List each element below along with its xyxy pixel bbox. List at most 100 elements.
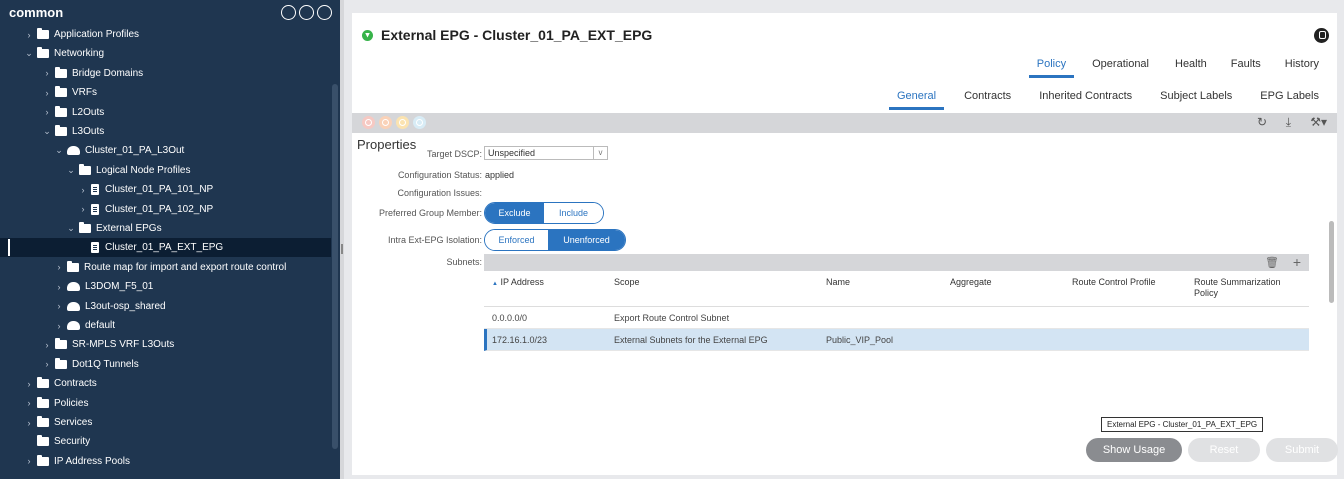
tree-item[interactable]: ⌄ L3Outs [0, 122, 331, 141]
target-dscp-select[interactable]: Unspecified v [484, 146, 608, 160]
pane-splitter[interactable] [340, 0, 344, 479]
tools-icon[interactable]: ⚒▾ [1310, 115, 1327, 129]
cell-ip: 0.0.0.0/0 [492, 313, 528, 323]
unenforced-option[interactable]: Unenforced [548, 230, 625, 250]
tree-item-label: IP Address Pools [54, 455, 130, 467]
tree-item[interactable]: › IP Address Pools [0, 452, 331, 471]
tree-item[interactable]: ⌄ Networking [0, 44, 331, 63]
show-usage-button[interactable]: Show Usage [1086, 438, 1182, 462]
tab-history[interactable]: History [1285, 58, 1319, 78]
tab-faults[interactable]: Faults [1231, 58, 1261, 78]
chevron-right-icon[interactable]: › [54, 282, 64, 292]
header-route-control-profile[interactable]: Route Control Profile [1072, 277, 1156, 288]
table-row[interactable]: 172.16.1.0/23 External Subnets for the E… [484, 329, 1309, 351]
main-scrollbar[interactable] [1329, 221, 1334, 303]
tree-item[interactable]: Cluster_01_PA_EXT_EPG [0, 238, 331, 258]
chevron-right-icon[interactable]: › [42, 88, 52, 98]
tree-item[interactable]: ⌄ External EPGs [0, 219, 331, 238]
minor-fault-icon[interactable] [396, 116, 409, 129]
header-aggregate[interactable]: Aggregate [950, 277, 992, 288]
chevron-right-icon[interactable]: › [78, 204, 88, 214]
chevron-right-icon[interactable]: › [54, 262, 64, 272]
header-ip-address[interactable]: ▲ IP Address [492, 277, 544, 290]
tree-item[interactable]: › Application Profiles [0, 25, 331, 44]
settings-icon[interactable] [317, 4, 332, 20]
chevron-right-icon[interactable]: › [24, 379, 34, 389]
chevron-down-icon[interactable]: ⌄ [66, 223, 76, 234]
header-route-summarization-policy[interactable]: Route Summarization Policy [1194, 277, 1294, 299]
tree-item[interactable]: › Bridge Domains [0, 64, 331, 83]
help-icon[interactable] [1314, 28, 1329, 43]
tab-general[interactable]: General [888, 90, 945, 110]
chevron-down-icon[interactable]: ⌄ [66, 165, 76, 176]
trash-icon[interactable]: 🗑 [1265, 256, 1279, 269]
tree-item[interactable]: › default [0, 316, 331, 335]
chevron-right-icon[interactable]: › [24, 418, 34, 428]
tab-policy[interactable]: Policy [1028, 58, 1075, 78]
major-fault-icon[interactable] [379, 116, 392, 129]
warning-fault-icon[interactable] [413, 116, 426, 129]
chevron-down-icon[interactable]: ⌄ [54, 145, 64, 156]
splitter-handle[interactable] [341, 244, 343, 254]
tab-health[interactable]: Health [1175, 58, 1207, 78]
doc-icon [91, 242, 99, 254]
cell-name: Public_VIP_Pool [826, 335, 894, 345]
tree-item-label: Cluster_01_PA_102_NP [105, 203, 214, 215]
table-row[interactable]: 0.0.0.0/0 Export Route Control Subnet [484, 307, 1309, 329]
tree-item[interactable]: › L3out-osp_shared [0, 297, 331, 316]
chevron-right-icon[interactable]: › [42, 340, 52, 350]
header-name[interactable]: Name [826, 277, 850, 288]
subnets-toolbar: 🗑 + [484, 254, 1309, 271]
critical-fault-icon[interactable] [362, 116, 375, 129]
enforced-option[interactable]: Enforced [485, 230, 549, 250]
chevron-right-icon[interactable]: › [24, 398, 34, 408]
sidebar-scrollbar[interactable] [332, 84, 338, 449]
download-icon[interactable]: ⤓ [1286, 115, 1291, 130]
list-icon[interactable] [299, 4, 314, 20]
tab-subject-labels[interactable]: Subject Labels [1160, 90, 1232, 110]
submit-button[interactable]: Submit [1266, 438, 1338, 462]
history-icon[interactable] [281, 4, 296, 20]
page-title: External EPG - Cluster_01_PA_EXT_EPG [381, 27, 653, 43]
chevron-right-icon[interactable]: › [54, 301, 64, 311]
add-icon[interactable]: + [1293, 254, 1301, 270]
header-scope[interactable]: Scope [614, 277, 640, 288]
chevron-right-icon[interactable]: › [54, 321, 64, 331]
chevron-right-icon[interactable]: › [24, 456, 34, 466]
tree-item[interactable]: › Dot1Q Tunnels [0, 355, 331, 374]
tree-item[interactable]: › Contracts [0, 374, 331, 393]
tree-item[interactable]: › Policies [0, 394, 331, 413]
tree-item[interactable]: › L2Outs [0, 103, 331, 122]
chevron-right-icon[interactable]: › [42, 107, 52, 117]
tree-item[interactable]: ⌄ Cluster_01_PA_L3Out [0, 141, 331, 160]
chevron-down-icon[interactable]: ⌄ [24, 48, 34, 59]
chevron-down-icon[interactable]: ⌄ [42, 126, 52, 137]
tab-contracts[interactable]: Contracts [964, 90, 1011, 110]
include-option[interactable]: Include [544, 203, 603, 223]
cell-scope: Export Route Control Subnet [614, 313, 730, 323]
reset-button[interactable]: Reset [1188, 438, 1260, 462]
preferred-group-toggle: Exclude Include [484, 202, 604, 224]
tree-item-label: Cluster_01_PA_EXT_EPG [105, 242, 224, 254]
tree-item-label: Logical Node Profiles [96, 164, 191, 176]
tree-item[interactable]: › SR-MPLS VRF L3Outs [0, 335, 331, 354]
tree-item[interactable]: › VRFs [0, 83, 331, 102]
chevron-right-icon[interactable]: › [42, 68, 52, 78]
tab-inherited-contracts[interactable]: Inherited Contracts [1039, 90, 1132, 110]
chevron-right-icon[interactable]: › [42, 359, 52, 369]
tree-item[interactable]: › Route map for import and export route c… [0, 258, 331, 277]
refresh-icon[interactable]: ↻ [1257, 115, 1267, 129]
tree-item[interactable]: ⌄ Logical Node Profiles [0, 161, 331, 180]
tab-epg-labels[interactable]: EPG Labels [1260, 90, 1319, 110]
tree-item[interactable]: › Services [0, 413, 331, 432]
chevron-right-icon[interactable]: › [78, 185, 88, 195]
tree-item[interactable]: › Cluster_01_PA_102_NP [0, 200, 331, 219]
tree-item[interactable]: › Cluster_01_PA_101_NP [0, 180, 331, 199]
tree-item[interactable]: Security [0, 432, 331, 451]
chevron-right-icon[interactable]: › [24, 30, 34, 40]
tree-item[interactable]: › L3DOM_F5_01 [0, 277, 331, 296]
exclude-option[interactable]: Exclude [485, 203, 544, 223]
folder-icon [55, 125, 67, 136]
tab-operational[interactable]: Operational [1092, 58, 1149, 78]
folder-icon [37, 396, 49, 408]
